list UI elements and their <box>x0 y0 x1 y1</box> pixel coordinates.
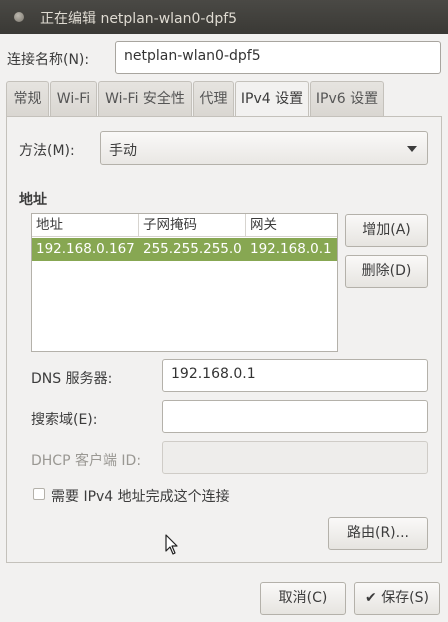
address-cell[interactable]: 192.168.0.167 <box>32 238 135 261</box>
save-button[interactable]: ✔ 保存(S) <box>354 582 440 615</box>
dns-servers-label: DNS 服务器: <box>31 371 113 387</box>
delete-address-button[interactable]: 删除(D) <box>345 255 428 288</box>
column-header-netmask[interactable]: 子网掩码 <box>139 214 246 237</box>
tab-proxy[interactable]: 代理 <box>193 81 234 117</box>
addresses-table[interactable]: 地址 子网掩码 网关 192.168.0.167 255.255.255.0 1… <box>31 213 338 352</box>
add-address-button[interactable]: 增加(A) <box>345 214 428 247</box>
connection-name-label: 连接名称(N): <box>7 52 90 68</box>
cancel-button[interactable]: 取消(C) <box>260 582 346 615</box>
netmask-cell[interactable]: 255.255.255.0 <box>139 238 242 261</box>
table-row[interactable]: 192.168.0.167 255.255.255.0 192.168.0.1 <box>32 238 337 261</box>
tab-wifi-security[interactable]: Wi-Fi 安全性 <box>98 81 192 117</box>
dropdown-arrow-icon <box>407 146 417 152</box>
method-dropdown[interactable]: 手动 <box>100 131 428 165</box>
dhcp-client-id-input <box>162 441 428 474</box>
require-ipv4-checkbox[interactable] <box>33 488 45 500</box>
method-value: 手动 <box>109 143 137 159</box>
window-title: 正在编辑 netplan-wlan0-dpf5 <box>40 11 238 27</box>
save-button-label: 保存(S) <box>381 590 429 606</box>
tab-ipv4-settings[interactable]: IPv4 设置 <box>235 81 309 118</box>
search-domains-label: 搜索域(E): <box>31 412 98 428</box>
dns-servers-input[interactable]: 192.168.0.1 <box>162 359 428 392</box>
addresses-heading: 地址 <box>19 192 47 208</box>
tab-wifi[interactable]: Wi-Fi <box>50 81 97 117</box>
search-domains-input[interactable] <box>162 400 428 433</box>
dhcp-client-id-label: DHCP 客户端 ID: <box>31 453 142 469</box>
table-header: 地址 子网掩码 网关 <box>32 214 337 237</box>
tab-general[interactable]: 常规 <box>6 81 49 117</box>
require-ipv4-label[interactable]: 需要 IPv4 地址完成这个连接 <box>51 486 230 506</box>
connection-name-input[interactable]: netplan-wlan0-dpf5 <box>115 41 441 74</box>
checkmark-icon: ✔ <box>365 590 377 606</box>
tab-ipv6-settings[interactable]: IPv6 设置 <box>310 81 384 117</box>
method-label: 方法(M): <box>19 143 75 159</box>
column-header-gateway[interactable]: 网关 <box>246 214 339 237</box>
column-header-address[interactable]: 地址 <box>32 214 139 237</box>
mouse-pointer-icon <box>165 534 178 555</box>
gateway-cell[interactable]: 192.168.0.1 <box>246 238 332 261</box>
routes-button[interactable]: 路由(R)... <box>328 517 428 550</box>
title-bar: 正在编辑 netplan-wlan0-dpf5 <box>0 0 448 34</box>
close-window-icon[interactable] <box>14 12 24 22</box>
